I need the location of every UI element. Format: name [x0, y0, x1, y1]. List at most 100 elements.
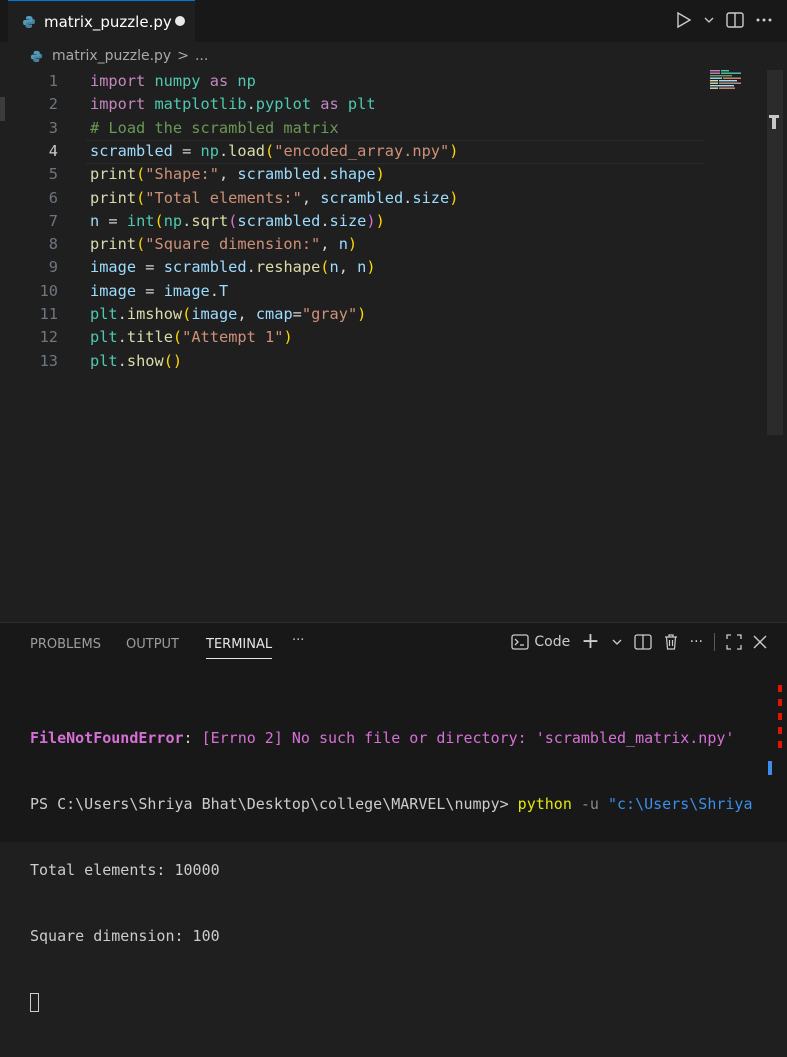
panel-more-actions-icon[interactable]: ··· [690, 634, 703, 650]
line-number: 12 [39, 328, 58, 347]
error-marker [778, 685, 782, 692]
tab-terminal[interactable]: TERMINAL [206, 637, 273, 659]
code-token: reshape [255, 258, 321, 277]
unsaved-dot-icon[interactable] [175, 16, 185, 26]
split-terminal-icon[interactable] [633, 633, 652, 651]
code-token: show [126, 351, 164, 370]
error-marker [778, 727, 782, 734]
code-token: n [357, 258, 367, 277]
breadcrumb-file[interactable]: matrix_puzzle.py [52, 48, 171, 64]
split-editor-icon[interactable] [725, 10, 745, 30]
code-token: sqrt [191, 211, 229, 230]
code-token: ) [375, 165, 385, 184]
code-token: numpy [154, 72, 201, 90]
code-token: scrambled [237, 211, 321, 230]
code-token: matplotlib [154, 95, 247, 114]
line-number: 3 [48, 118, 58, 137]
code-token: scrambled [163, 258, 247, 277]
code-line[interactable]: 11 plt.imshow(image, cmap="gray") [0, 303, 760, 326]
code-text: import numpy as np [90, 70, 256, 93]
code-token: "Shape:" [145, 165, 219, 184]
terminal-profile-label[interactable]: Code [534, 634, 570, 650]
code-token: as [200, 72, 238, 90]
code-line[interactable]: 8 print("Square dimension:", n) [0, 233, 760, 256]
code-line[interactable]: 12 plt.title("Attempt 1") [0, 326, 760, 349]
more-actions-icon[interactable] [755, 10, 773, 30]
maximize-panel-icon[interactable] [726, 634, 742, 650]
code-token: load [228, 141, 266, 160]
code-text: print("Square dimension:", n) [90, 233, 357, 256]
code-token: = [172, 141, 201, 160]
code-token: pyplot [255, 95, 312, 114]
code-token: = [99, 211, 127, 230]
code-token: print [90, 188, 137, 207]
terminal-output[interactable]: FileNotFoundError: [Errno 2] No such fil… [30, 683, 758, 1057]
code-token: ( [136, 188, 146, 207]
code-line[interactable]: 10 image = image.T [0, 280, 760, 303]
code-token: np [200, 141, 219, 160]
code-line[interactable]: 3 # Load the scrambled matrix [0, 117, 760, 140]
code-editor[interactable]: 1 import numpy as np 2 import matplotlib.py… [0, 70, 787, 622]
breadcrumb-symbols[interactable]: ... [195, 48, 208, 64]
terminal-icon[interactable] [511, 633, 530, 651]
code-token: () [163, 351, 183, 370]
code-token: . [218, 141, 229, 160]
code-token: n [90, 211, 100, 230]
minimap[interactable] [710, 70, 744, 90]
code-text: image = scrambled.reshape(n, n) [90, 256, 376, 279]
terminal-prompt-line: PS C:\Users\Shriya Bhat\Desktop\college\… [30, 793, 758, 815]
code-token: ) [357, 305, 367, 323]
error-marker [778, 699, 782, 706]
code-line[interactable]: 6 print("Total elements:", scrambled.size… [0, 187, 760, 210]
code-token: title [126, 328, 173, 347]
editor-tab[interactable]: matrix_puzzle.py [8, 0, 195, 42]
trash-icon[interactable] [663, 633, 679, 651]
code-line[interactable]: 5 print("Shape:", scrambled.shape) [0, 163, 760, 186]
code-token: ( [320, 258, 330, 277]
line-number: 8 [48, 235, 58, 254]
terminal-output-line: Square dimension: 100 [30, 927, 220, 945]
line-number: 1 [48, 72, 58, 90]
code-token: import [90, 95, 155, 114]
code-token: plt [90, 351, 118, 370]
code-token: . [182, 211, 192, 230]
code-token: ) [449, 141, 459, 160]
new-terminal-button[interactable]: + [581, 631, 599, 653]
code-text: plt.imshow(image, cmap="gray") [90, 303, 366, 326]
code-token: scrambled [90, 141, 173, 160]
chevron-down-icon[interactable] [703, 10, 715, 30]
code-token: "Attempt 1" [182, 328, 284, 347]
chevron-down-icon[interactable] [611, 633, 623, 651]
tab-output[interactable]: OUTPUT [126, 637, 179, 652]
code-token: image [163, 281, 210, 300]
code-token: "gray" [301, 305, 358, 323]
code-token: ) [449, 188, 459, 207]
code-token: n [329, 258, 339, 277]
code-token: ( [265, 141, 275, 160]
code-line[interactable]: 13 plt.show() [0, 350, 760, 373]
code-token: imshow [126, 305, 183, 323]
code-token: scrambled [320, 188, 404, 207]
terminal-arg: "c:\Users\Shriya [607, 795, 753, 813]
panel-more-tabs-icon[interactable]: ··· [292, 633, 304, 648]
tab-problems[interactable]: PROBLEMS [30, 637, 101, 652]
code-text: print("Shape:", scrambled.shape) [90, 163, 385, 186]
run-icon[interactable] [675, 10, 693, 30]
code-token: = [292, 305, 302, 323]
code-line[interactable]: 9 image = scrambled.reshape(n, n) [0, 256, 760, 279]
code-line[interactable]: 4 scrambled = np.load("encoded_array.npy"… [0, 140, 760, 163]
code-token: import [90, 72, 155, 90]
code-token: , [301, 188, 321, 207]
terminal-prompt: PS C:\Users\Shriya Bhat\Desktop\college\… [30, 795, 518, 813]
code-token: ) [366, 211, 376, 230]
line-number: 10 [39, 281, 58, 300]
code-line[interactable]: 2 import matplotlib.pyplot as plt [0, 93, 760, 116]
code-token: "Square dimension:" [145, 235, 321, 254]
code-token: , [338, 258, 358, 277]
close-panel-icon[interactable] [753, 635, 767, 649]
line-number: 5 [48, 165, 58, 184]
code-line[interactable]: 1 import numpy as np [0, 70, 760, 93]
code-token: , [320, 235, 339, 254]
code-token: . [209, 281, 219, 300]
code-line[interactable]: 7n = int(np.sqrt(scrambled.size)) [0, 210, 760, 233]
